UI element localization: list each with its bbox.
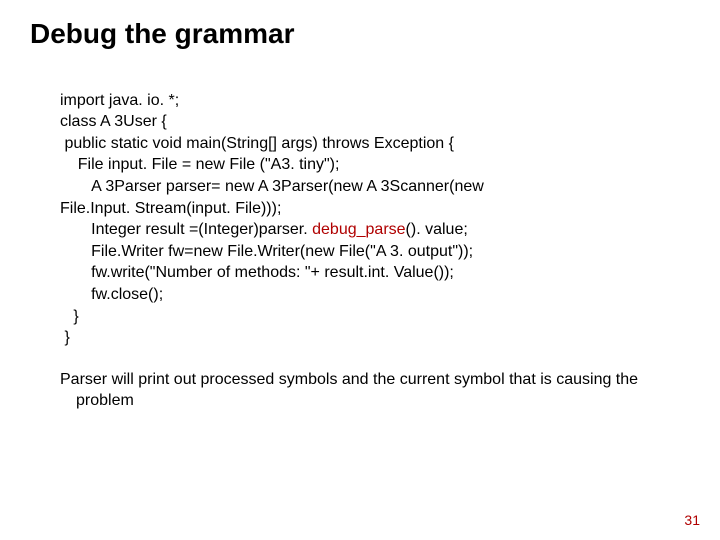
code-line: File input. File = new File ("A3. tiny")…	[60, 156, 339, 173]
code-line: class A 3User {	[60, 113, 167, 130]
code-block: import java. io. *; class A 3User { publ…	[60, 68, 690, 349]
code-line: File.Input. Stream(input. File)));	[60, 200, 281, 217]
code-line: public static void main(String[] args) t…	[60, 135, 454, 152]
code-line: fw.write("Number of methods: "+ result.i…	[60, 264, 454, 281]
code-line: fw.close();	[60, 286, 163, 303]
slide: Debug the grammar import java. io. *; cl…	[0, 0, 720, 540]
page-number: 31	[684, 512, 700, 528]
code-line: Integer result =(Integer)parser. debug_p…	[60, 221, 468, 238]
explanation-text: Parser will print out processed symbols …	[60, 369, 690, 412]
code-line: import java. io. *;	[60, 92, 179, 109]
code-line: A 3Parser parser= new A 3Parser(new A 3S…	[60, 178, 484, 195]
highlight-debug-parse: debug_parse	[312, 221, 405, 238]
code-line: }	[60, 329, 70, 346]
code-line: }	[60, 308, 79, 325]
code-line: File.Writer fw=new File.Writer(new File(…	[60, 243, 473, 260]
slide-title: Debug the grammar	[30, 18, 690, 50]
